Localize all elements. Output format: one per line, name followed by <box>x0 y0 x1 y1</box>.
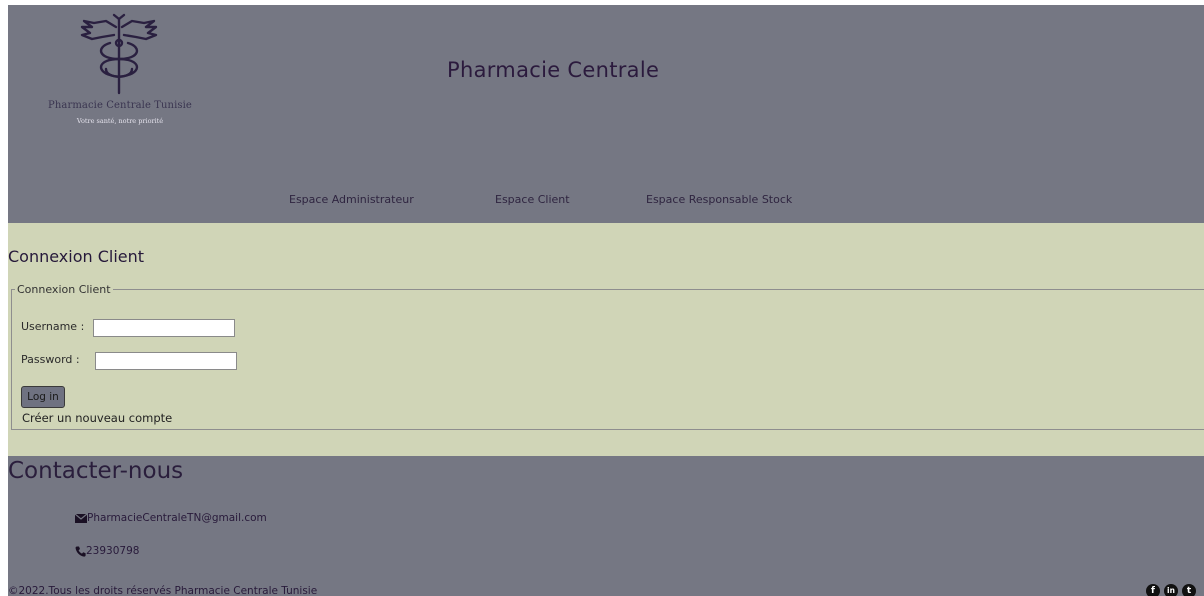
logo-slogan: Votre santé, notre priorité <box>76 117 164 125</box>
contact-section: Contacter-nous PharmacieCentraleTN@gmail… <box>8 456 1204 596</box>
twitter-icon[interactable]: t <box>1182 584 1196 596</box>
caduceus-logo-icon <box>80 13 158 95</box>
email-text: PharmacieCentraleTN@gmail.com <box>87 512 267 524</box>
username-label: Username : <box>21 320 85 333</box>
username-input[interactable] <box>93 319 235 337</box>
password-input[interactable] <box>95 352 237 370</box>
logo-name: Pharmacie Centrale Tunisie <box>48 100 192 111</box>
copyright-text: ©2022.Tous les droits réservés Pharmacie… <box>8 585 318 596</box>
nav-espace-administrateur[interactable]: Espace Administrateur <box>289 193 414 206</box>
site-title: Pharmacie Centrale <box>447 58 660 82</box>
envelope-icon <box>75 513 87 523</box>
phone-icon <box>75 546 86 557</box>
facebook-icon[interactable]: f <box>1146 584 1160 596</box>
contact-title: Contacter-nous <box>8 458 184 484</box>
fieldset-legend: Connexion Client <box>17 283 111 296</box>
page: Pharmacie Centrale Tunisie Votre santé, … <box>8 5 1204 596</box>
contact-phone: 23930798 <box>75 545 139 557</box>
nav-espace-responsable-stock[interactable]: Espace Responsable Stock <box>646 193 792 206</box>
password-label: Password : <box>21 353 80 366</box>
logo: Pharmacie Centrale Tunisie Votre santé, … <box>30 13 210 131</box>
linkedin-icon[interactable]: in <box>1164 584 1178 596</box>
phone-text: 23930798 <box>86 545 140 557</box>
nav-espace-client[interactable]: Espace Client <box>495 193 570 206</box>
main-content: Connexion Client Connexion Client Userna… <box>8 223 1204 456</box>
site-header: Pharmacie Centrale Tunisie Votre santé, … <box>8 5 1204 223</box>
page-title: Connexion Client <box>8 247 145 266</box>
contact-email: PharmacieCentraleTN@gmail.com <box>75 512 267 524</box>
create-account-link[interactable]: Créer un nouveau compte <box>22 411 172 425</box>
login-button[interactable]: Log in <box>21 386 65 408</box>
